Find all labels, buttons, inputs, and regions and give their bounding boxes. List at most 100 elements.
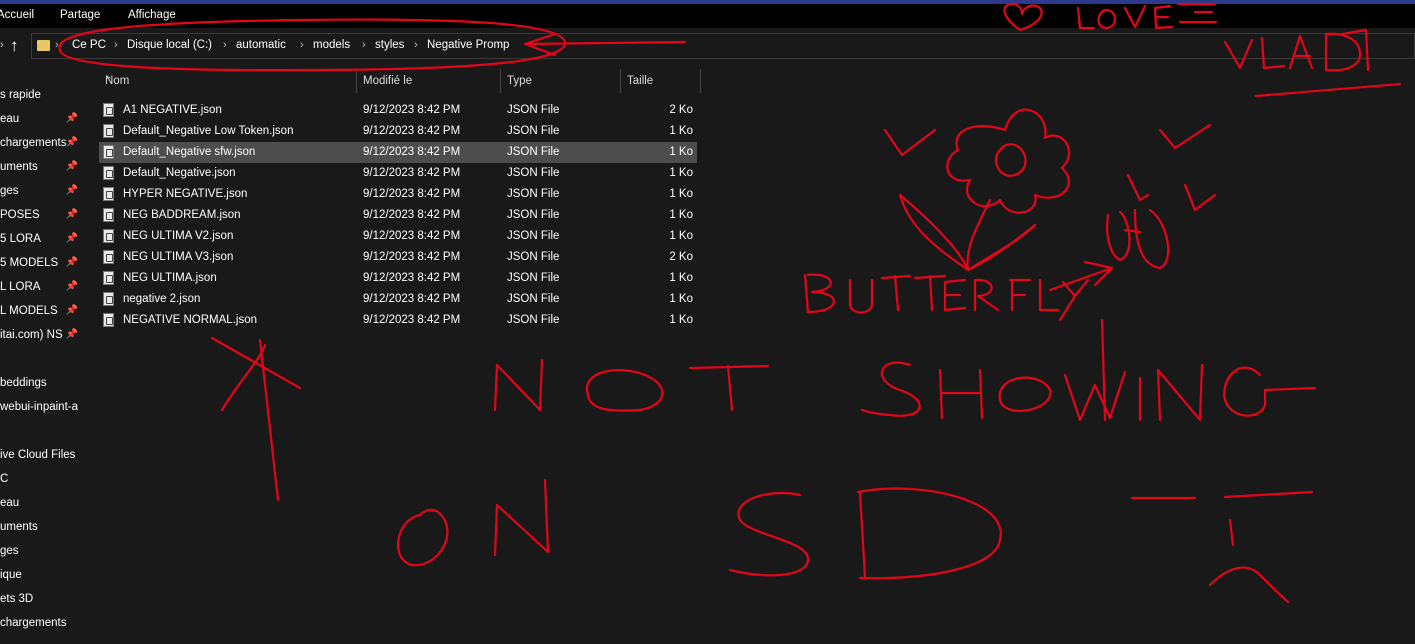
sidebar-item[interactable]: ique	[0, 566, 83, 586]
table-row[interactable]: NEGATIVE NORMAL.json 9/12/2023 8:42 PM JSO…	[99, 310, 697, 331]
address-bar[interactable]: › Ce PC › Disque local (C:) › automatic …	[31, 33, 1415, 59]
file-name: NEGATIVE NORMAL.json	[123, 314, 257, 326]
table-row[interactable]: A1 NEGATIVE.json 9/12/2023 8:42 PM JSON Fi…	[99, 100, 697, 121]
pin-icon: 📌	[65, 281, 78, 292]
breadcrumb-styles[interactable]: styles	[375, 39, 404, 51]
column-header-modified[interactable]: Modifié le	[357, 66, 500, 96]
file-type: JSON File	[507, 167, 560, 179]
table-row[interactable]: HYPER NEGATIVE.json 9/12/2023 8:42 PM JSON…	[99, 184, 697, 205]
column-header-type-label: Type	[507, 75, 532, 87]
table-row[interactable]: NEG BADDREAM.json 9/12/2023 8:42 PM JSON F…	[99, 205, 697, 226]
sidebar-item-label: ets 3D	[0, 593, 34, 605]
sidebar-item-label: ive Cloud Files	[0, 449, 76, 461]
sidebar-item[interactable]: 5 LORA 📌	[0, 230, 83, 250]
chevron-right-icon[interactable]: ›	[114, 39, 118, 51]
sidebar-item[interactable]: C	[0, 470, 83, 490]
sidebar-item[interactable]: ges	[0, 542, 83, 562]
pin-icon: 📌	[65, 257, 78, 268]
file-name: A1 NEGATIVE.json	[123, 104, 222, 116]
file-modified: 9/12/2023 8:42 PM	[363, 230, 461, 242]
sidebar-item-label: chargements	[0, 617, 67, 629]
sidebar-item-label: ges	[0, 185, 19, 197]
sidebar-item[interactable]: ges 📌	[0, 182, 83, 202]
chevron-right-icon[interactable]: ›	[0, 39, 4, 51]
column-divider[interactable]	[700, 69, 701, 93]
chevron-right-icon[interactable]: ›	[414, 39, 418, 51]
json-file-icon	[103, 271, 114, 285]
column-header-modified-label: Modifié le	[363, 75, 413, 87]
breadcrumb-automatic[interactable]: automatic	[236, 39, 286, 51]
sidebar-item[interactable]: webui-inpaint-a	[0, 398, 83, 418]
sidebar-item-label: eau	[0, 497, 20, 509]
chevron-right-icon[interactable]: ›	[223, 39, 227, 51]
sidebar-item[interactable]: itai.com) NS 📌	[0, 326, 83, 346]
sidebar-item[interactable]: eau 📌	[0, 110, 83, 130]
pin-icon: 📌	[65, 113, 78, 124]
sidebar-item[interactable]: 5 MODELS 📌	[0, 254, 83, 274]
sidebar-item[interactable]: ets 3D	[0, 590, 83, 610]
address-row: › ↑ › Ce PC › Disque local (C:) › automa…	[0, 28, 1415, 66]
sidebar-item[interactable]: s rapide	[0, 86, 83, 106]
file-size: 1 Ko	[669, 188, 693, 200]
table-row[interactable]: Default_Negative Low Token.json 9/12/2023…	[99, 121, 697, 142]
sidebar-item[interactable]	[0, 350, 83, 370]
breadcrumb-disque-local[interactable]: Disque local (C:)	[127, 39, 212, 51]
up-arrow-icon[interactable]: ↑	[10, 36, 19, 56]
sidebar-item[interactable]: chargements	[0, 614, 83, 634]
file-list: Nom ⌃ Modifié le Type Taille A1 NEGATIVE…	[83, 66, 1415, 644]
chevron-right-icon[interactable]: ›	[300, 39, 304, 51]
sidebar-item[interactable]: eau	[0, 494, 83, 514]
ribbon: Accueil Partage Affichage	[0, 4, 1415, 28]
pin-icon: 📌	[65, 329, 78, 340]
sidebar-item-label: uments	[0, 521, 38, 533]
navigation-pane: s rapide eau 📌 chargements 📌 uments 📌 ges 📌 POSES…	[0, 66, 83, 644]
file-size: 1 Ko	[669, 167, 693, 179]
column-header-name[interactable]: Nom ⌃	[99, 66, 356, 96]
table-row[interactable]: NEG ULTIMA.json 9/12/2023 8:42 PM JSON Fil…	[99, 268, 697, 289]
file-modified: 9/12/2023 8:42 PM	[363, 251, 461, 263]
json-file-icon	[103, 187, 114, 201]
sidebar-item-label: 5 LORA	[0, 233, 41, 245]
breadcrumb-models[interactable]: models	[313, 39, 350, 51]
chevron-right-icon[interactable]: ›	[362, 39, 366, 51]
table-row[interactable]: NEG ULTIMA V2.json 9/12/2023 8:42 PM JSON …	[99, 226, 697, 247]
file-type: JSON File	[507, 272, 560, 284]
sidebar-item[interactable]: L LORA 📌	[0, 278, 83, 298]
sidebar-item-label: beddings	[0, 377, 47, 389]
sidebar-item[interactable]: chargements 📌	[0, 134, 83, 154]
pin-icon: 📌	[65, 185, 78, 196]
file-size: 1 Ko	[669, 146, 693, 158]
table-row[interactable]: Default_Negative.json 9/12/2023 8:42 PM JS…	[99, 163, 697, 184]
column-header-size[interactable]: Taille	[621, 66, 700, 96]
file-modified: 9/12/2023 8:42 PM	[363, 209, 461, 221]
sidebar-item[interactable]: uments 📌	[0, 158, 83, 178]
json-file-icon	[103, 208, 114, 222]
sidebar-item[interactable]: POSES 📌	[0, 206, 83, 226]
json-file-icon	[103, 229, 114, 243]
breadcrumb-negative-promp[interactable]: Negative Promp	[427, 39, 509, 51]
ribbon-tab-accueil[interactable]: Accueil	[0, 9, 34, 21]
sidebar-item[interactable]	[0, 422, 83, 442]
chevron-right-icon[interactable]: ›	[55, 39, 59, 51]
file-type: JSON File	[507, 125, 560, 137]
sidebar-item[interactable]: L MODELS 📌	[0, 302, 83, 322]
sidebar-item-label: itai.com) NS	[0, 329, 63, 341]
sidebar-item[interactable]: beddings	[0, 374, 83, 394]
file-modified: 9/12/2023 8:42 PM	[363, 272, 461, 284]
table-row[interactable]: NEG ULTIMA V3.json 9/12/2023 8:42 PM JSON …	[99, 247, 697, 268]
sidebar-item[interactable]: uments	[0, 518, 83, 538]
table-row[interactable]: negative 2.json 9/12/2023 8:42 PM JSON Fil…	[99, 289, 697, 310]
json-file-icon	[103, 292, 114, 306]
sidebar-item-label: s rapide	[0, 89, 41, 101]
folder-icon	[37, 40, 50, 51]
file-name: NEG ULTIMA V2.json	[123, 230, 234, 242]
sidebar-item[interactable]: ive Cloud Files	[0, 446, 83, 466]
ribbon-tab-affichage[interactable]: Affichage	[128, 9, 176, 21]
breadcrumb-ce-pc[interactable]: Ce PC	[72, 39, 106, 51]
file-modified: 9/12/2023 8:42 PM	[363, 293, 461, 305]
column-header-type[interactable]: Type	[501, 66, 620, 96]
file-type: JSON File	[507, 146, 560, 158]
file-size: 2 Ko	[669, 251, 693, 263]
table-row[interactable]: Default_Negative sfw.json 9/12/2023 8:42 …	[99, 142, 697, 163]
ribbon-tab-partage[interactable]: Partage	[60, 9, 100, 21]
